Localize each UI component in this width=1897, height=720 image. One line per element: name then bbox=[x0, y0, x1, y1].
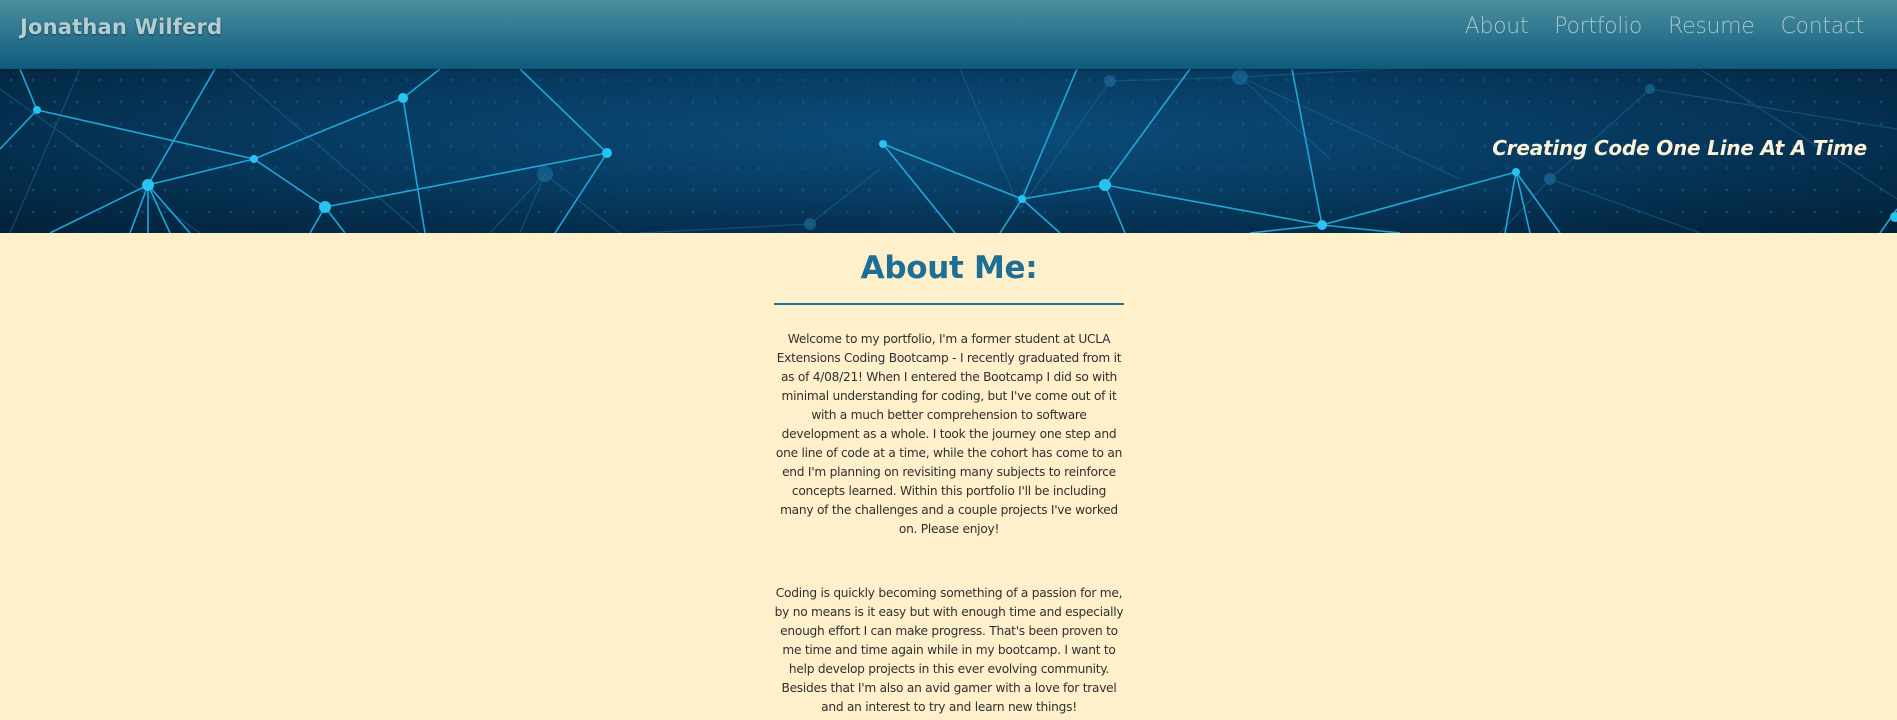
about-paragraph-intro: Welcome to my portfolio, I'm a former st… bbox=[775, 332, 1123, 536]
brand-logo[interactable]: Jonathan Wilferd bbox=[20, 15, 222, 39]
about-section: About Me: Welcome to my portfolio, I'm a… bbox=[0, 233, 1897, 720]
nav-link-resume[interactable]: Resume bbox=[1668, 14, 1755, 39]
about-paragraph-passion: Coding is quickly becoming something of … bbox=[774, 586, 1124, 714]
navbar: Jonathan Wilferd About Portfolio Resume … bbox=[0, 0, 1897, 69]
nav-link-portfolio[interactable]: Portfolio bbox=[1554, 14, 1642, 39]
about-heading: About Me: bbox=[860, 250, 1038, 286]
heading-divider bbox=[774, 303, 1124, 305]
hero-banner: Creating Code One Line At A Time bbox=[0, 69, 1897, 233]
nav-link-contact[interactable]: Contact bbox=[1781, 14, 1865, 39]
nav-link-about[interactable]: About bbox=[1465, 14, 1529, 39]
nav-links: About Portfolio Resume Contact bbox=[1465, 14, 1865, 39]
hero-tagline: Creating Code One Line At A Time bbox=[1492, 136, 1867, 160]
